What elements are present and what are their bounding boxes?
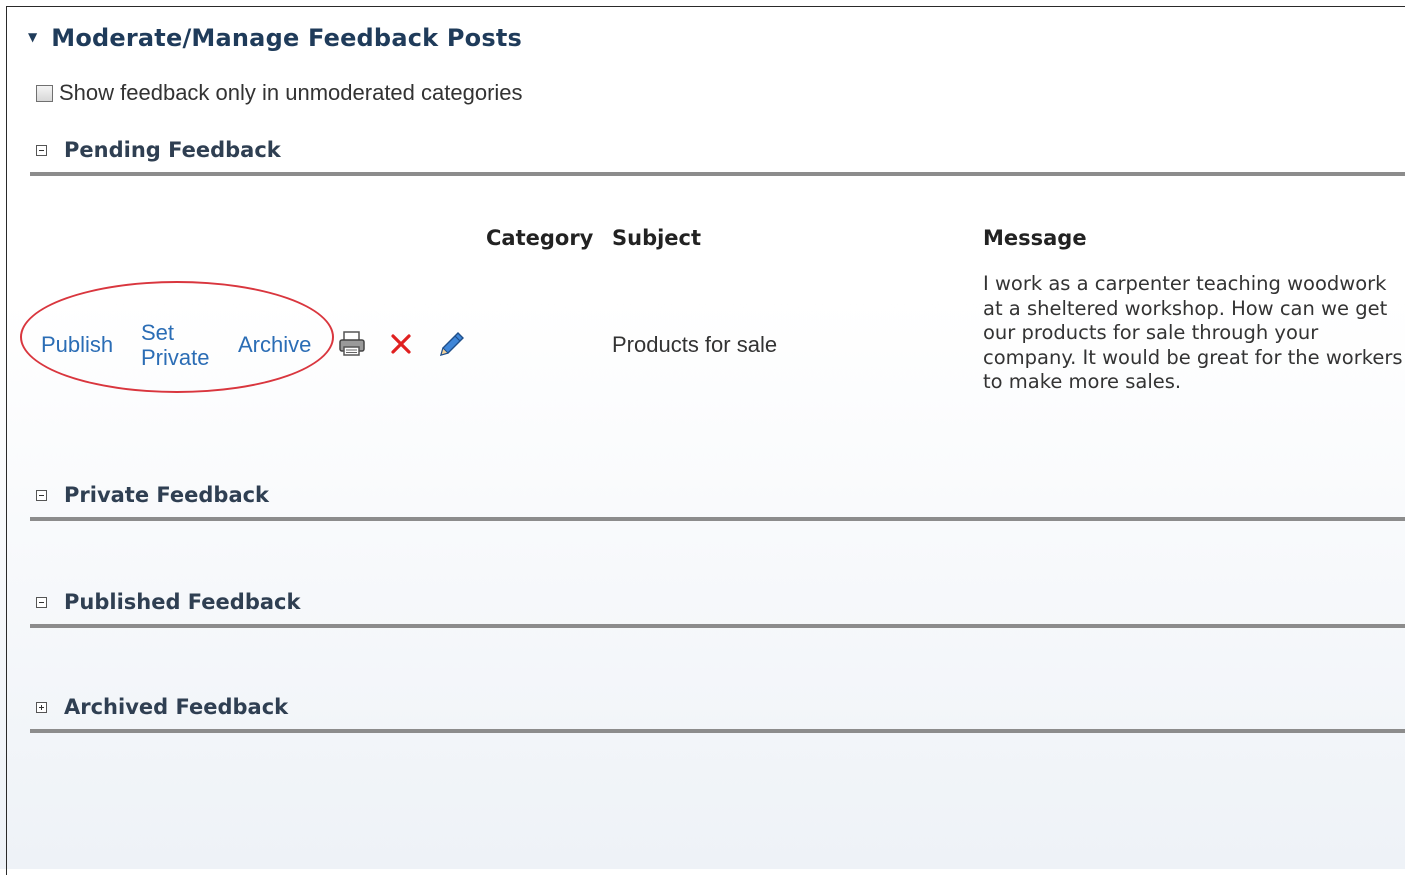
column-header-category: Category — [486, 226, 594, 250]
panel-header[interactable]: ▼ Moderate/Manage Feedback Posts — [28, 24, 522, 52]
unmoderated-filter-checkbox[interactable] — [36, 84, 53, 102]
unmoderated-filter[interactable]: Show feedback only in unmoderated catego… — [36, 80, 523, 106]
section-divider — [30, 517, 1405, 521]
collapse-icon[interactable] — [36, 144, 47, 156]
section-private-header[interactable]: Private Feedback — [36, 483, 269, 507]
section-pending-title: Pending Feedback — [64, 138, 281, 162]
triangle-down-icon[interactable]: ▼ — [28, 30, 37, 44]
panel-title: Moderate/Manage Feedback Posts — [51, 24, 522, 52]
delete-x-icon[interactable] — [390, 333, 412, 359]
column-header-message: Message — [983, 226, 1087, 250]
section-divider — [30, 172, 1405, 176]
edit-pencil-icon[interactable] — [436, 330, 466, 362]
row-message: I work as a carpenter teaching woodwork … — [983, 272, 1403, 393]
collapse-icon[interactable] — [36, 596, 47, 608]
column-header-subject: Subject — [612, 226, 702, 250]
section-published-header[interactable]: Published Feedback — [36, 590, 300, 614]
set-private-link[interactable]: Set Private — [141, 320, 231, 370]
publish-link[interactable]: Publish — [41, 332, 113, 357]
unmoderated-filter-label[interactable]: Show feedback only in unmoderated catego… — [59, 80, 523, 106]
printer-icon[interactable] — [337, 330, 367, 362]
section-divider — [30, 624, 1405, 628]
section-archived-title: Archived Feedback — [64, 695, 289, 719]
section-archived-header[interactable]: Archived Feedback — [36, 695, 288, 719]
section-private-title: Private Feedback — [64, 483, 270, 507]
archive-link[interactable]: Archive — [238, 332, 311, 357]
section-pending-header[interactable]: Pending Feedback — [36, 138, 281, 162]
row-subject: Products for sale — [612, 332, 778, 357]
section-published-title: Published Feedback — [64, 590, 301, 614]
section-divider — [30, 729, 1405, 733]
expand-icon[interactable] — [36, 701, 47, 713]
collapse-icon[interactable] — [36, 489, 47, 501]
panel-frame — [6, 6, 1405, 875]
